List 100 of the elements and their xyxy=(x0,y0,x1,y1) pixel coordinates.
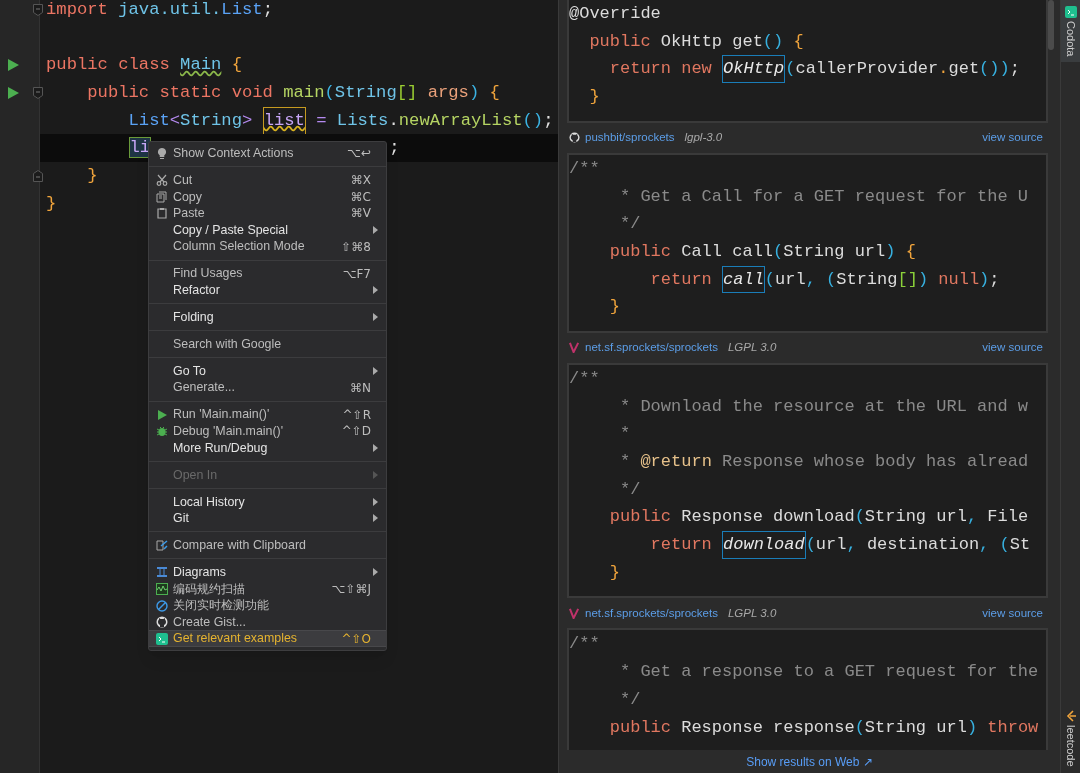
code-token: /** xyxy=(569,633,600,656)
menu-item[interactable]: Get relevant examples ^⇧O xyxy=(149,630,386,647)
code-token: main xyxy=(283,82,325,104)
code-token: */ xyxy=(619,688,641,711)
code-token: () xyxy=(522,109,544,132)
code-token: String url xyxy=(864,506,967,529)
code-token: ()) xyxy=(979,58,1010,81)
code-token: ( xyxy=(764,268,776,291)
menu-item[interactable]: Local History xyxy=(149,493,386,511)
code-token: < xyxy=(169,109,181,132)
code-token: ; xyxy=(389,137,400,160)
view-source-link[interactable]: view source xyxy=(982,604,1043,622)
code-token: @Override xyxy=(569,3,661,26)
code-token: null xyxy=(937,268,980,291)
menu-item[interactable]: 编码规约扫描 ⌥⇧⌘J xyxy=(149,580,386,598)
license-label: LGPL 3.0 xyxy=(727,340,777,356)
code-token: [] xyxy=(396,82,418,104)
view-source-link[interactable]: view source xyxy=(982,129,1043,147)
code-token: newArrayList xyxy=(398,109,523,132)
chart-icon xyxy=(156,582,168,595)
repo-link[interactable]: net.sf.sprockets/sprockets xyxy=(585,604,718,622)
code-token: . xyxy=(388,109,399,132)
terminal-icon xyxy=(1064,6,1077,18)
menu-item[interactable]: Copy / Paste Special xyxy=(149,221,386,239)
menu-item[interactable]: Refactor xyxy=(149,281,386,299)
code-token: } xyxy=(86,165,98,188)
code-token: call xyxy=(722,265,765,294)
menu-item[interactable]: Cut ⌘X xyxy=(149,171,386,189)
code-token: . xyxy=(938,58,949,81)
code-token: return xyxy=(649,534,713,557)
menu-item[interactable]: Paste ⌘V xyxy=(149,205,386,222)
scrollbar[interactable] xyxy=(1048,0,1054,50)
clipboard-icon xyxy=(156,207,168,220)
menu-item[interactable]: Column Selection Mode ⇧⌘8 xyxy=(149,238,386,255)
code-token: download xyxy=(722,531,806,559)
code-token: String xyxy=(836,268,898,291)
code-token: ; xyxy=(262,0,273,21)
code-token: */ xyxy=(619,213,641,236)
code-token: ( xyxy=(854,506,865,529)
menu-item[interactable]: More Run/Debug xyxy=(149,439,386,457)
menu-item[interactable]: Generate... ⌘N xyxy=(149,379,386,396)
code-token: url xyxy=(775,268,806,291)
tool-window-tab[interactable]: Codota xyxy=(1061,0,1080,63)
run-icon xyxy=(156,408,168,421)
code-token: * Download the resource at the URL and w xyxy=(619,395,1029,418)
code-token: import xyxy=(46,0,109,21)
diagram-icon xyxy=(156,566,168,579)
code-token: @return xyxy=(640,451,712,474)
code-token: > xyxy=(242,109,254,132)
code-token: File xyxy=(987,506,1029,529)
code-token: /** xyxy=(569,367,600,390)
menu-item[interactable]: Compare with Clipboard xyxy=(149,537,386,554)
code-token: args xyxy=(426,82,469,104)
code-token: , xyxy=(979,534,991,557)
github-icon xyxy=(156,616,168,629)
code-token: OkHttp xyxy=(722,55,786,83)
code-token: public static void xyxy=(86,82,274,104)
menu-item[interactable]: Copy ⌘C xyxy=(149,188,386,206)
code-token: public xyxy=(588,30,652,53)
code-token: ( xyxy=(854,716,865,739)
code-token: Main xyxy=(180,54,222,77)
ban-icon xyxy=(156,599,168,612)
code-token: ) xyxy=(979,268,990,291)
menu-item[interactable]: Git xyxy=(149,510,386,527)
tool-window-tab[interactable]: leetcode xyxy=(1061,704,1080,773)
code-token: ; xyxy=(989,268,1000,291)
menu-item[interactable]: Search with Google xyxy=(149,335,386,353)
code-token: ) xyxy=(917,268,929,291)
github-icon xyxy=(569,132,580,144)
code-token: Lists xyxy=(336,109,389,132)
lightbulb-icon xyxy=(156,147,168,160)
code-token: Response response xyxy=(681,716,855,739)
code-token: public class xyxy=(46,54,171,77)
code-token: ) xyxy=(468,82,480,104)
menu-item[interactable]: Go To xyxy=(149,362,386,380)
code-token: , xyxy=(805,268,817,291)
code-token: ; xyxy=(543,109,554,132)
repo-link[interactable]: pushbit/sprockets xyxy=(585,129,675,147)
view-source-link[interactable]: view source xyxy=(982,339,1043,357)
menu-item[interactable]: Find Usages ⌥F7 xyxy=(149,265,386,282)
menu-item[interactable]: 关闭实时检测功能 xyxy=(149,597,386,614)
code-token: { xyxy=(904,240,916,263)
menu-item[interactable]: Run 'Main.main()' ^⇧R xyxy=(149,406,386,423)
code-token: return new xyxy=(608,58,713,81)
code-token: ( xyxy=(826,268,837,291)
code-token: Response whose body has alread xyxy=(721,451,1029,474)
code-token: * Get a Call for a GET request for the U xyxy=(619,185,1029,208)
menu-item[interactable]: Debug 'Main.main()' ^⇧D xyxy=(149,422,386,440)
code-token: public xyxy=(608,716,673,739)
code-token: ) xyxy=(885,240,896,263)
menu-item[interactable]: Diagrams xyxy=(149,564,386,581)
menu-item[interactable]: Create Gist... xyxy=(149,613,386,631)
code-token: St xyxy=(1009,534,1031,557)
repo-link[interactable]: net.sf.sprockets/sprockets xyxy=(585,339,718,357)
menu-item[interactable]: Folding xyxy=(149,308,386,326)
code-token: */ xyxy=(619,478,641,501)
code-token: , xyxy=(966,506,979,529)
show-results-link[interactable]: Show results on Web ↗ xyxy=(746,752,873,771)
menu-item[interactable]: Show Context Actions ⌥↩ xyxy=(149,145,386,162)
code-token: List xyxy=(127,109,170,132)
